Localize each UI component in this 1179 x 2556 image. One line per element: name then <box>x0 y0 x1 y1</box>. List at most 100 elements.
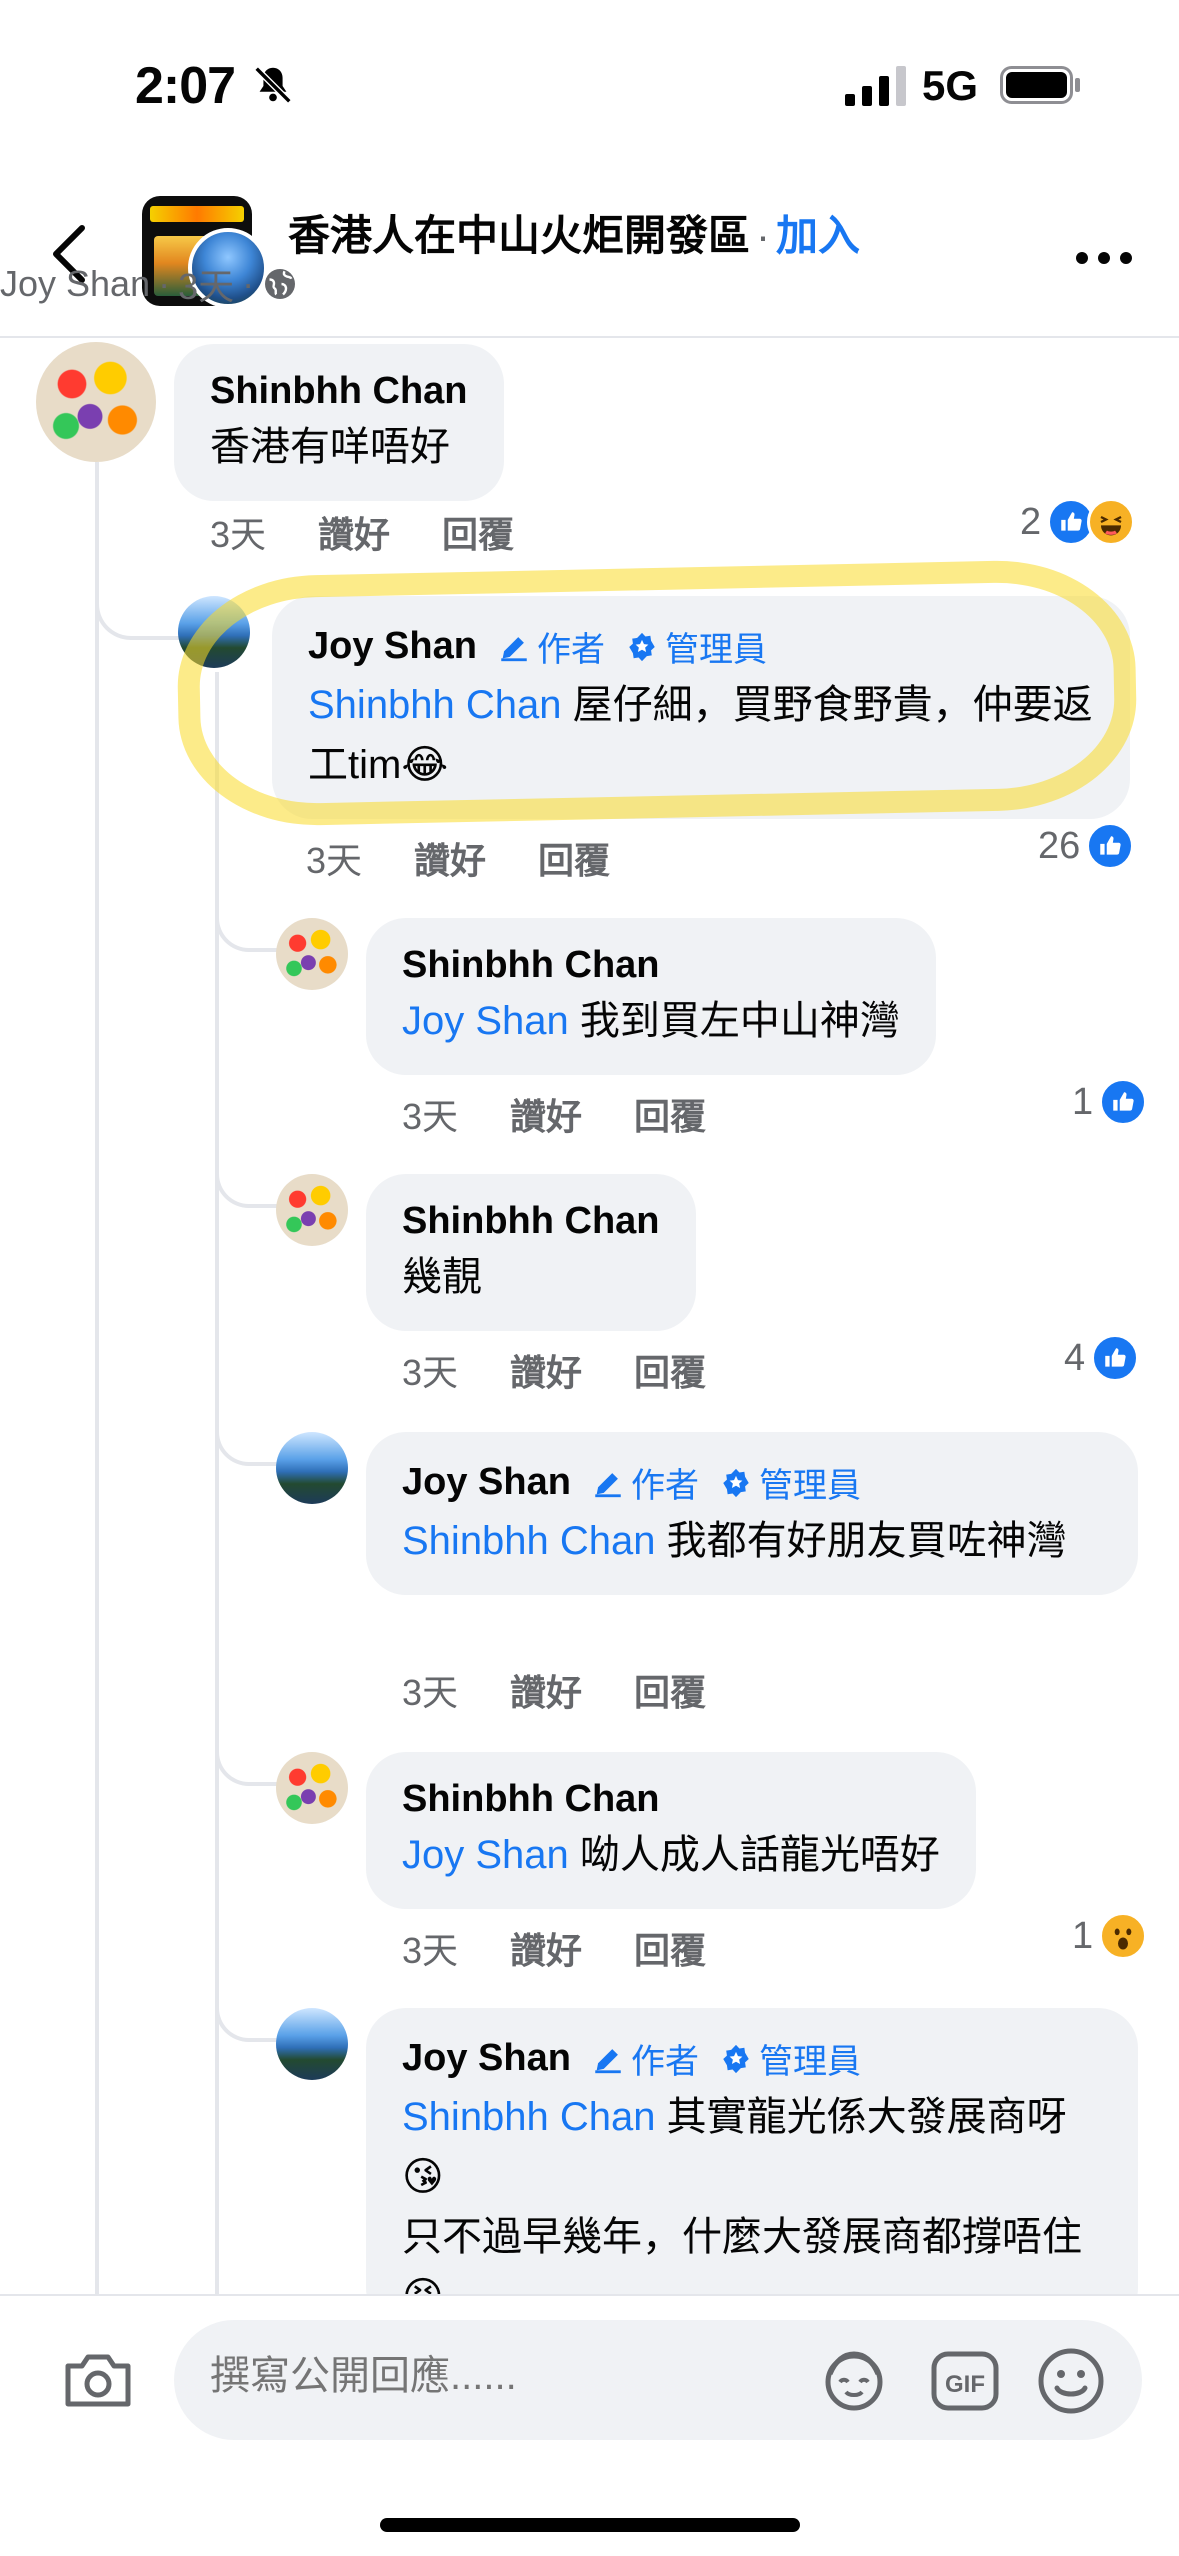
like-button[interactable]: 讚好 <box>510 1922 582 1974</box>
comment-text: Joy Shan 呦人成人話龍光唔好 <box>402 1833 940 1877</box>
title-separator: · <box>756 212 771 259</box>
like-icon <box>1099 1078 1148 1126</box>
network-type: 5G <box>922 62 979 109</box>
comment-author[interactable]: Shinbhh Chan <box>210 370 468 413</box>
commenter-avatar[interactable] <box>276 1174 348 1246</box>
comment-actions: 3天 讚好 回覆 <box>210 506 514 558</box>
comment-author[interactable]: Shinbhh Chan <box>402 1200 660 1243</box>
comment-bubble[interactable]: Shinbhh Chan Joy Shan 我到買左中山神灣 <box>366 918 936 1075</box>
thread-line-branch <box>95 580 185 640</box>
group-title[interactable]: 香港人在中山火炬開發區 · 加入 <box>288 202 860 263</box>
comment-actions: 3天 讚好 回覆 <box>402 1922 706 1974</box>
comment-bubble[interactable]: Shinbhh Chan Joy Shan 呦人成人話龍光唔好 <box>366 1752 976 1909</box>
mention-link[interactable]: Shinbhh Chan <box>402 2095 656 2139</box>
commenter-avatar[interactable] <box>36 342 156 462</box>
admin-star-icon <box>629 632 655 661</box>
reaction-count: 4 <box>1064 1336 1086 1379</box>
comment-text: Shinbhh Chan 屋仔細，買野食野貴，仲要返工tim😂 <box>308 683 1093 787</box>
thread-line-sub-branch-3 <box>215 1404 277 1466</box>
reply-button[interactable]: 回覆 <box>634 1088 706 1140</box>
mention-link[interactable]: Joy Shan <box>402 1833 569 1877</box>
commenter-avatar[interactable] <box>276 2008 348 2080</box>
thread-line-main <box>95 462 99 2294</box>
mention-link[interactable]: Shinbhh Chan <box>402 1519 656 1563</box>
reaction-summary[interactable]: 2 <box>1020 498 1136 546</box>
commenter-avatar[interactable] <box>178 596 250 668</box>
reply-button[interactable]: 回覆 <box>634 1922 706 1974</box>
reaction-summary[interactable]: 1 <box>1072 1078 1148 1126</box>
comment-text: Shinbhh Chan 其實龍光係大發展商呀😘 <box>402 2095 1067 2199</box>
home-indicator[interactable] <box>380 2518 800 2532</box>
mention-link[interactable]: Shinbhh Chan <box>308 683 562 727</box>
thread-line-sub-branch-5 <box>215 1980 277 2042</box>
reply-input[interactable] <box>210 2354 770 2399</box>
group-avatar-banner <box>150 206 244 222</box>
comment-actions: 3天 讚好 回覆 <box>402 1664 706 1716</box>
comment-author[interactable]: Joy Shan <box>402 2037 571 2080</box>
like-button[interactable]: 讚好 <box>510 1344 582 1396</box>
comment-time: 3天 <box>210 514 267 555</box>
admin-badge: 管理員 <box>719 1458 861 1507</box>
comment-time: 3天 <box>402 1096 459 1137</box>
comment-author-row: Joy Shan 作者 管理員 <box>308 622 1094 671</box>
like-icon <box>1086 822 1135 870</box>
globe-icon <box>265 269 296 299</box>
reply-button[interactable]: 回覆 <box>634 1344 706 1396</box>
gif-icon[interactable]: GIF <box>930 2350 1000 2412</box>
comment-text: 幾靚 <box>402 1255 482 1299</box>
status-time: 2:07 <box>135 57 236 115</box>
comment-author-row: Joy Shan 作者 管理員 <box>402 1458 1102 1507</box>
reply-button[interactable]: 回覆 <box>442 506 514 558</box>
reaction-summary[interactable]: 1 <box>1072 1912 1148 1960</box>
comment-actions: 3天 讚好 回覆 <box>402 1088 706 1140</box>
comment-text: Joy Shan 我到買左中山神灣 <box>402 999 900 1043</box>
thread-line-sub-branch-2 <box>215 1146 277 1208</box>
like-icon <box>1091 1334 1140 1382</box>
reply-button[interactable]: 回覆 <box>634 1664 706 1716</box>
emoji-icon[interactable] <box>1036 2346 1106 2416</box>
author-badge: 作者 <box>497 622 605 671</box>
comment-bubble[interactable]: Joy Shan 作者 管理員 Shinbhh Chan 屋仔細，買野食野貴，仲… <box>272 596 1130 819</box>
post-age: 3天 <box>178 266 235 307</box>
comment-author[interactable]: Shinbhh Chan <box>402 1778 940 1821</box>
post-meta: Joy Shan · 3天 · <box>0 258 298 310</box>
commenter-avatar[interactable] <box>276 1752 348 1824</box>
reaction-summary[interactable]: 4 <box>1064 1334 1140 1382</box>
comment-bubble[interactable]: Shinbhh Chan 香港有咩唔好 <box>174 344 504 501</box>
comment-time: 3天 <box>402 1672 459 1713</box>
comment-author[interactable]: Joy Shan <box>308 625 477 668</box>
more-options-icon[interactable] <box>1074 248 1134 268</box>
camera-icon[interactable] <box>62 2348 134 2412</box>
comment-bubble[interactable]: Joy Shan 作者 管理員 Shinbhh Chan 其實龍光係大發展商呀😘… <box>366 2008 1138 2328</box>
comment-text: Shinbhh Chan 我都有好朋友買咗神灣 <box>402 1519 1067 1563</box>
post-author[interactable]: Joy Shan <box>0 263 150 305</box>
commenter-avatar[interactable] <box>276 1432 348 1504</box>
mention-link[interactable]: Joy Shan <box>402 999 569 1043</box>
admin-badge: 管理員 <box>625 622 767 671</box>
comment-author-row: Joy Shan 作者 管理員 <box>402 2034 1102 2083</box>
bell-muted-icon <box>254 66 292 104</box>
like-button[interactable]: 讚好 <box>510 1664 582 1716</box>
like-button[interactable]: 讚好 <box>414 832 486 884</box>
group-name[interactable]: 香港人在中山火炬開發區 <box>288 212 750 259</box>
like-button[interactable]: 讚好 <box>510 1088 582 1140</box>
comment-bubble[interactable]: Joy Shan 作者 管理員 Shinbhh Chan 我都有好朋友買咗神灣 <box>366 1432 1138 1595</box>
join-group-link[interactable]: 加入 <box>776 212 860 259</box>
comment-bubble[interactable]: Shinbhh Chan 幾靚 <box>366 1174 696 1331</box>
avatar-sticker-icon[interactable] <box>820 2348 888 2414</box>
admin-badge: 管理員 <box>719 2034 861 2083</box>
reply-button[interactable]: 回覆 <box>538 832 610 884</box>
reply-box[interactable]: GIF <box>174 2320 1142 2440</box>
reaction-summary[interactable]: 26 <box>1038 822 1135 870</box>
meta-separator-2: · <box>242 263 255 304</box>
reaction-count: 2 <box>1020 500 1042 543</box>
pencil-icon <box>595 2048 621 2073</box>
comment-author[interactable]: Joy Shan <box>402 1461 571 1504</box>
comment-author[interactable]: Shinbhh Chan <box>402 944 900 987</box>
like-button[interactable]: 讚好 <box>318 506 390 558</box>
status-bar: 2:07 5G <box>0 0 1179 170</box>
reply-composer: GIF <box>0 2294 1179 2556</box>
svg-text:GIF: GIF <box>945 2371 985 2398</box>
comment-time: 3天 <box>402 1930 459 1971</box>
commenter-avatar[interactable] <box>276 918 348 990</box>
